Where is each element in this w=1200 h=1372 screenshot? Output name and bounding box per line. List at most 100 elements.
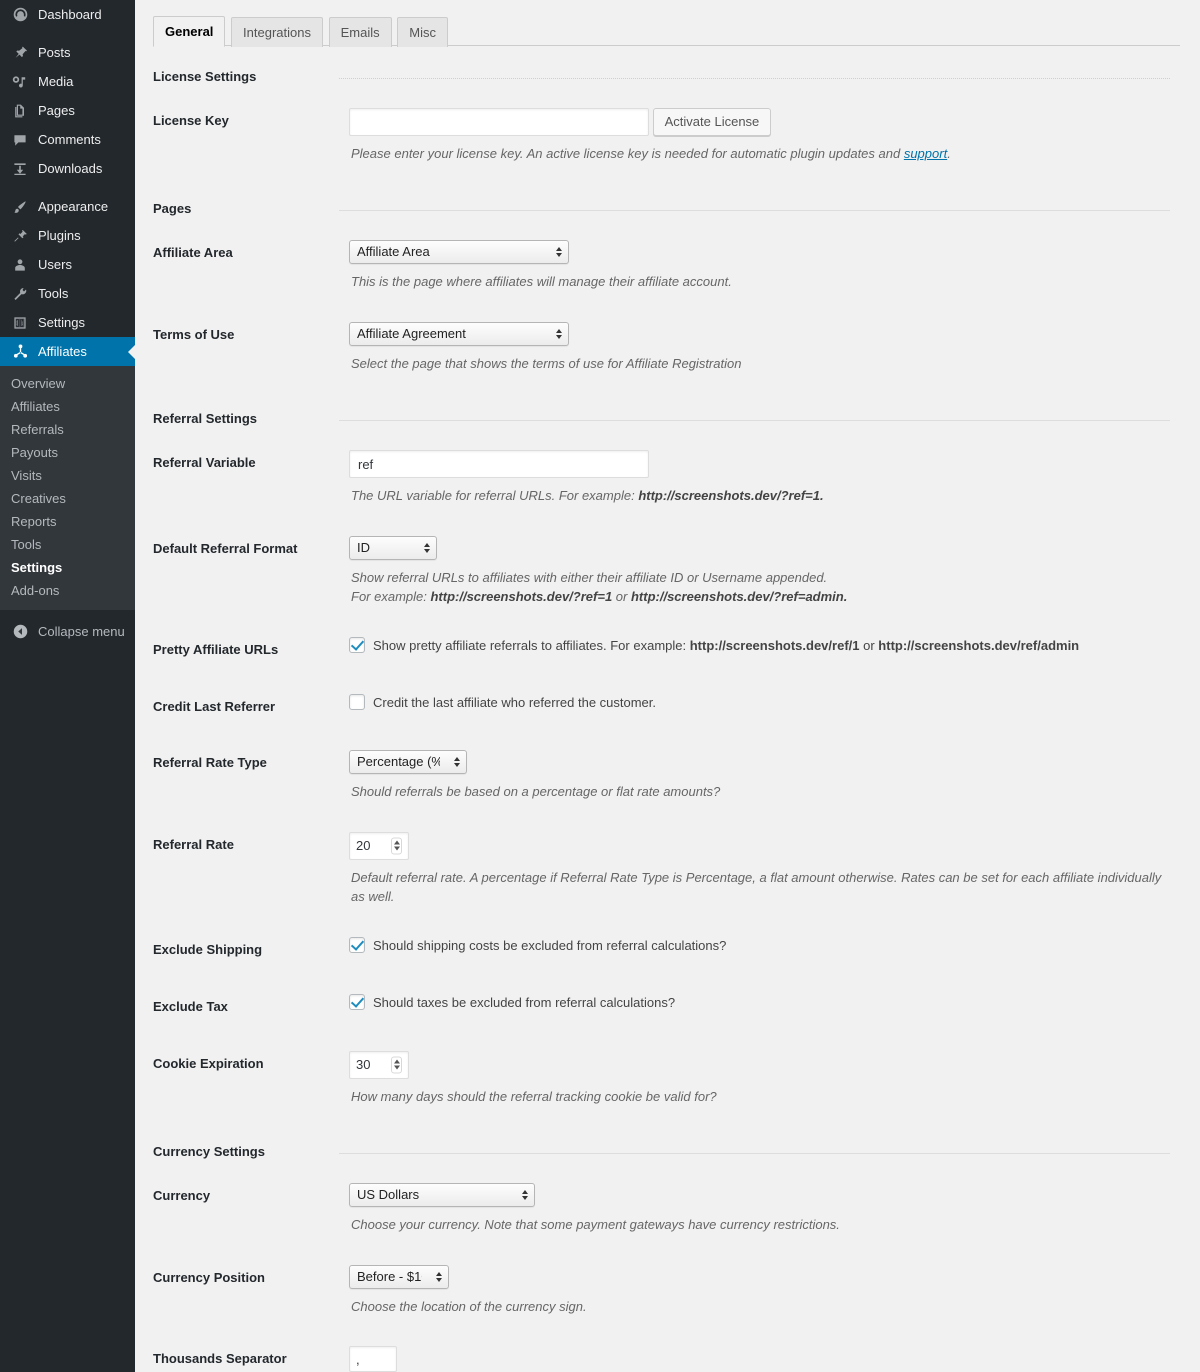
field-label-referral-rate-type: Referral Rate Type [153,755,267,771]
field-label-credit-last-referrer: Credit Last Referrer [153,698,276,714]
sidebar-item-label: Comments [38,132,101,147]
affiliate-area-select-wrap: Affiliate Area [349,240,569,265]
submenu-item-creatives[interactable]: Creatives [0,487,135,510]
field-label-affiliate-area: Affiliate Area [153,245,233,261]
sidebar-item-users[interactable]: Users [0,250,135,279]
sidebar-item-label: Media [38,74,74,89]
thousands-separator-input[interactable] [349,1346,397,1372]
sidebar-item-label: Pages [38,103,75,118]
submenu-item-affiliates[interactable]: Affiliates [0,395,135,418]
sidebar-item-dashboard[interactable]: Dashboard [0,0,135,29]
row-terms-of-use: Terms of Use Affiliate Agreement Select … [153,307,1180,389]
section-referral-settings: Referral Settings [153,388,1180,435]
license-key-description: Please enter your license key. An active… [351,144,1170,164]
default-referral-format-select-wrap: ID [349,535,437,560]
field-label-default-referral-format: Default Referral Format [153,540,298,556]
pretty-urls-checkbox-line: Show pretty affiliate referrals to affil… [349,636,1170,655]
submenu-item-payouts[interactable]: Payouts [0,441,135,464]
sidebar-item-label: Settings [38,315,85,330]
credit-last-referrer-label: Credit the last affiliate who referred t… [373,694,657,710]
field-label-currency-position: Currency Position [153,1269,265,1285]
exclude-tax-checkbox-line: Should taxes be excluded from referral c… [349,993,1170,1012]
sidebar-item-affiliates[interactable]: Affiliates [0,337,136,366]
collapse-arrow-icon [10,621,30,641]
affiliate-area-description: This is the page where affiliates will m… [351,274,732,290]
affiliate-area-select[interactable]: Affiliate Area [349,240,569,265]
media-icon [10,72,30,92]
sidebar-item-label: Appearance [38,199,109,214]
row-referral-variable: Referral Variable The URL variable for r… [153,435,1180,521]
sidebar-item-settings[interactable]: Settings [0,308,135,337]
referral-rate-type-description: Should referrals be based on a percentag… [351,784,721,800]
cookie-expiration-input[interactable] [349,1050,409,1079]
submenu-item-visits[interactable]: Visits [0,464,135,487]
tab-general[interactable]: General [153,16,226,47]
tab-emails[interactable]: Emails [328,17,392,47]
submenu-item-add-ons[interactable]: Add-ons [0,579,135,602]
referral-rate-type-select[interactable]: Percentage (%) [349,750,467,775]
currency-position-description: Choose the location of the currency sign… [351,1298,587,1314]
brush-icon [10,197,30,217]
support-link[interactable]: support [904,146,947,161]
sidebar-item-tools[interactable]: Tools [0,279,135,308]
exclude-shipping-label: Should shipping costs be excluded from r… [373,937,727,953]
sidebar-item-label: Tools [38,286,69,301]
section-rule-cell [339,178,1180,225]
label-text: Show pretty affiliate referrals to affil… [373,637,690,653]
sidebar-item-downloads[interactable]: Downloads [0,154,135,183]
sidebar-item-plugins[interactable]: Plugins [0,221,135,250]
tab-misc[interactable]: Misc [397,17,448,47]
general-settings-form: License Settings License Key Activate Li… [153,46,1180,1372]
pin-icon [10,43,30,63]
wrench-icon [10,284,30,304]
comment-icon [10,130,30,150]
submenu-item-overview[interactable]: Overview [0,372,135,395]
sidebar-item-appearance[interactable]: Appearance [0,192,135,221]
row-credit-last-referrer: Credit Last Referrer Credit the last aff… [153,679,1180,736]
currency-position-select[interactable]: Before - $10 [349,1264,449,1289]
credit-last-referrer-checkbox-line: Credit the last affiliate who referred t… [349,693,1170,712]
currency-select[interactable]: US Dollars [349,1183,535,1208]
pretty-urls-checkbox[interactable] [349,636,365,653]
terms-of-use-select[interactable]: Affiliate Agreement [349,321,569,346]
desc-line-1: Show referral URLs to affiliates with ei… [351,569,828,585]
activate-license-button[interactable]: Activate License [652,107,772,136]
desc-example: http://screenshots.dev/?ref=1. [638,488,824,504]
sidebar-item-posts[interactable]: Posts [0,38,135,67]
referral-rate-input[interactable] [349,831,409,860]
exclude-shipping-checkbox[interactable] [349,936,365,953]
row-referral-rate: Referral Rate Default referral rate. A p… [153,817,1180,922]
referral-rate-description: Default referral rate. A percentage if R… [351,869,1162,905]
submenu-item-tools[interactable]: Tools [0,533,135,556]
submenu-item-settings[interactable]: Settings [0,556,135,579]
sidebar-item-media[interactable]: Media [0,67,135,96]
desc-example-1: http://screenshots.dev/?ref=1 [430,589,613,605]
currency-description: Choose your currency. Note that some pay… [351,1217,840,1233]
submenu-item-reports[interactable]: Reports [0,510,135,533]
row-cookie-expiration: Cookie Expiration How many days should t… [153,1036,1180,1122]
row-currency-position: Currency Position Before - $10 Choose th… [153,1250,1180,1332]
section-title: License Settings [153,69,257,84]
currency-position-select-wrap: Before - $10 [349,1264,449,1289]
default-referral-format-select[interactable]: ID [349,535,437,560]
settings-content: General Integrations Emails Misc License… [135,0,1200,1372]
referral-variable-input[interactable] [349,450,649,479]
submenu-item-referrals[interactable]: Referrals [0,418,135,441]
sidebar-item-label: Downloads [38,161,103,176]
collapse-menu-label: Collapse menu [38,623,125,639]
section-rule-cell [339,388,1180,435]
license-key-input[interactable] [349,107,649,136]
section-currency-settings: Currency Settings [153,1121,1180,1168]
terms-of-use-select-wrap: Affiliate Agreement [349,321,569,346]
collapse-menu-button[interactable]: Collapse menu [0,616,135,646]
label-text-mid: or [859,637,879,653]
credit-last-referrer-checkbox[interactable] [349,693,365,710]
tab-integrations[interactable]: Integrations [231,17,323,47]
sidebar-item-comments[interactable]: Comments [0,125,135,154]
exclude-tax-checkbox[interactable] [349,993,365,1010]
field-label-exclude-shipping: Exclude Shipping [153,941,263,957]
terms-of-use-description: Select the page that shows the terms of … [351,355,742,371]
dashboard-icon [10,5,30,25]
sidebar-item-pages[interactable]: Pages [0,96,135,125]
section-divider [339,210,1170,212]
